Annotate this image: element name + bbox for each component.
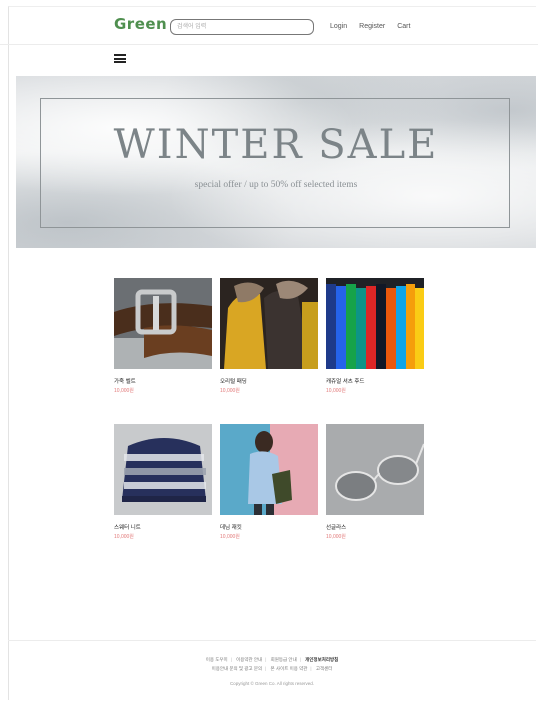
register-link[interactable]: Register [359, 23, 385, 30]
product-card[interactable]: 스웨터 니트 10,000원 [114, 424, 212, 540]
hero-banner[interactable]: WINTER SALE special offer / up to 50% of… [16, 76, 536, 248]
product-card[interactable]: 가죽 벨트 10,000원 [114, 278, 212, 394]
product-image-sunglasses[interactable] [326, 424, 424, 515]
footer-copyright: Copyright © Green Co. All rights reserve… [229, 681, 315, 686]
footer-link[interactable]: 고객센터 [316, 666, 333, 671]
footer-link[interactable]: 본 사이트 이용 약관 [271, 666, 308, 671]
footer-links-row-2: 이용안내 문의 및 광고 문의 | 본 사이트 이용 약관 | 고객센터 [211, 666, 333, 671]
cart-link[interactable]: Cart [397, 23, 410, 30]
site-footer: 이용 도우미 | 이용약관 안내 | 회원등급 안내 | 개인정보처리방침 이용안내 … [8, 640, 536, 700]
search-input[interactable] [170, 19, 314, 35]
product-image-jacket[interactable] [220, 278, 318, 369]
product-image-denim[interactable] [220, 424, 318, 515]
banner-subtitle: special offer / up to 50% off selected i… [194, 180, 358, 190]
product-card[interactable]: 캐쥬얼 셔츠 후드 10,000원 [326, 278, 424, 394]
product-price: 10,000원 [326, 534, 346, 540]
top-nav: Login Register Cart [330, 23, 410, 30]
footer-link[interactable]: 이용안내 문의 및 광고 문의 [212, 666, 263, 671]
banner-title: WINTER SALE [113, 122, 439, 168]
product-image-belt[interactable] [114, 278, 212, 369]
product-price: 10,000원 [326, 388, 346, 394]
site-header: Green Login Register Cart [0, 0, 538, 45]
product-price: 10,000원 [114, 534, 134, 540]
product-image-shirts[interactable] [326, 278, 424, 369]
product-name: 캐쥬얼 셔츠 후드 [326, 379, 365, 385]
product-card[interactable]: 선글라스 10,000원 [326, 424, 424, 540]
footer-link-privacy[interactable]: 개인정보처리방침 [305, 657, 338, 662]
product-price: 10,000원 [114, 388, 134, 394]
footer-link[interactable]: 이용약관 안내 [236, 657, 262, 662]
login-link[interactable]: Login [330, 23, 347, 30]
site-logo[interactable]: Green [114, 15, 167, 33]
product-name: 선글라스 [326, 525, 347, 531]
product-card[interactable]: 데님 재킷 10,000원 [220, 424, 318, 540]
footer-links-row-1: 이용 도우미 | 이용약관 안내 | 회원등급 안내 | 개인정보처리방침 [205, 657, 339, 662]
product-price: 10,000원 [220, 388, 240, 394]
product-name: 데님 재킷 [220, 525, 242, 531]
product-name: 스웨터 니트 [114, 525, 141, 531]
product-card[interactable]: 오리털 패딩 10,000원 [220, 278, 318, 394]
product-price: 10,000원 [220, 534, 240, 540]
product-name: 가죽 벨트 [114, 379, 136, 385]
footer-link[interactable]: 이용 도우미 [206, 657, 228, 662]
product-name: 오리털 패딩 [220, 379, 247, 385]
product-image-sweater[interactable] [114, 424, 212, 515]
footer-link[interactable]: 회원등급 안내 [271, 657, 297, 662]
menu-icon[interactable] [114, 54, 126, 63]
